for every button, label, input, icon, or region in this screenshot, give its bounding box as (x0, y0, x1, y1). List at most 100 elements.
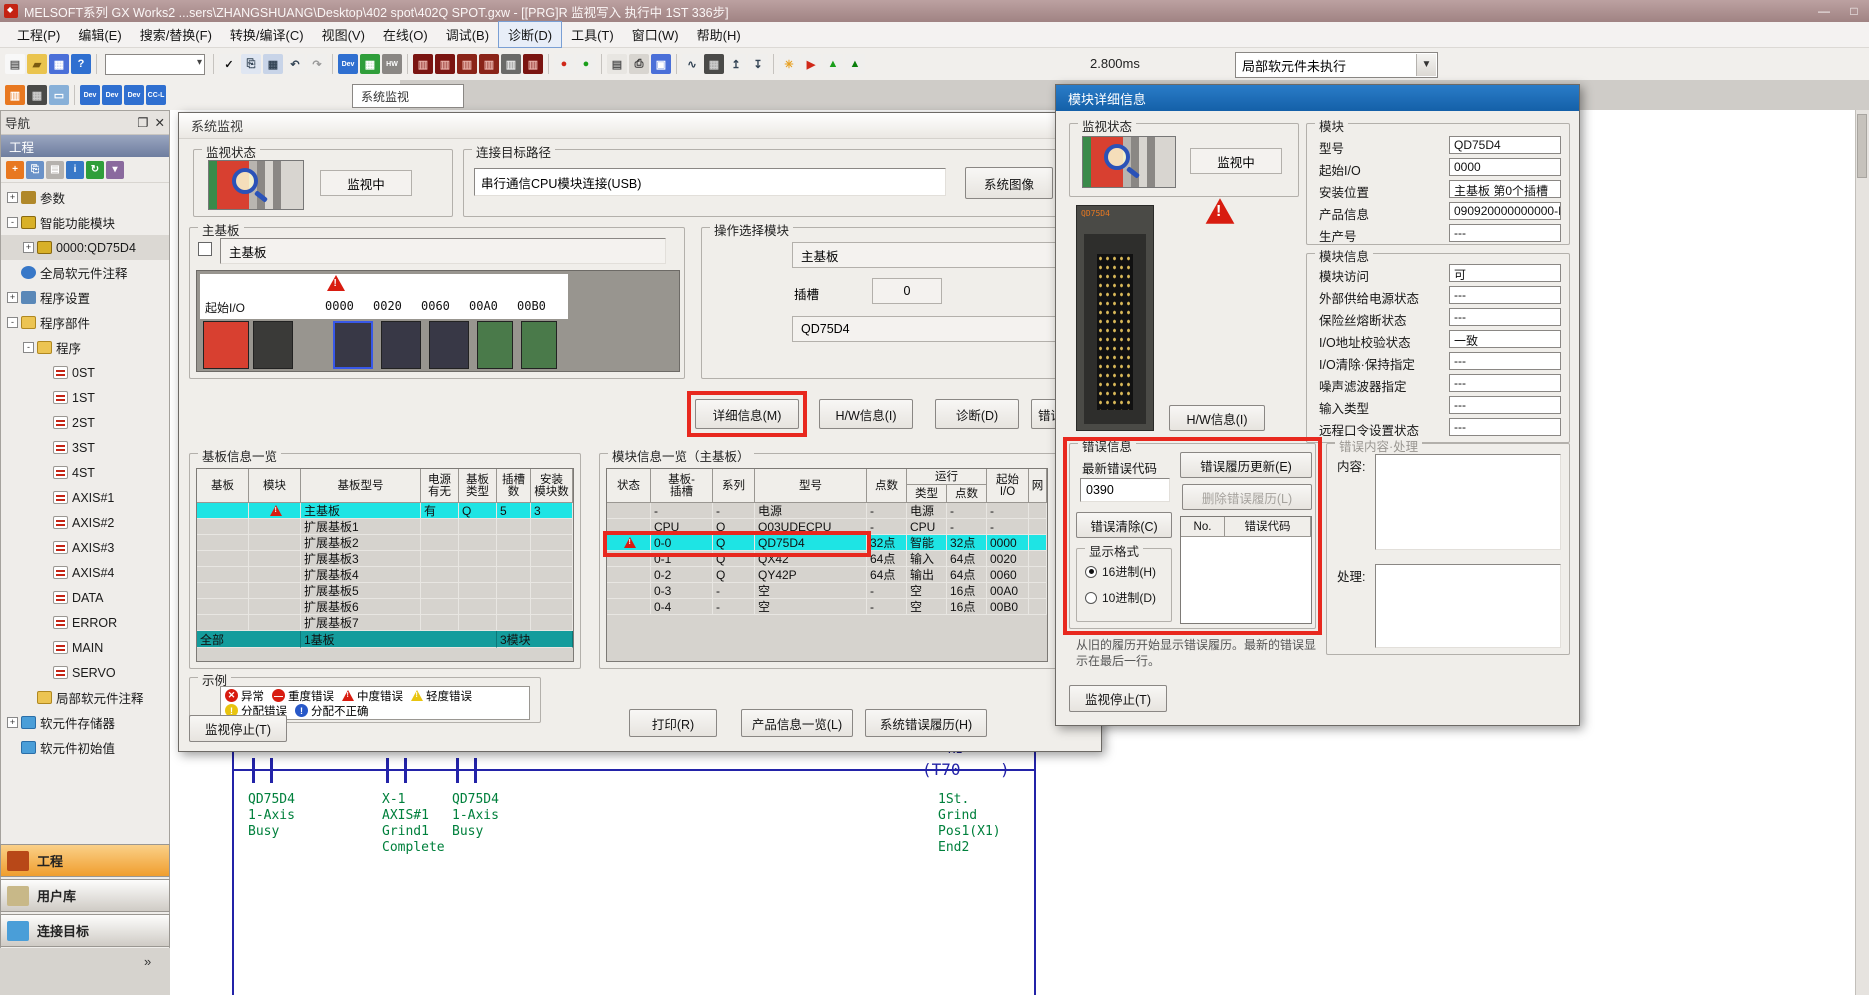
tree-item-全局软元件注释[interactable]: 全局软元件注释 (1, 260, 169, 285)
tree-item-0000:QD75D4[interactable]: +0000:QD75D4 (1, 235, 169, 260)
collapse-icon[interactable]: - (7, 217, 18, 228)
module-tool-2-icon[interactable]: ▥ (435, 54, 455, 74)
tree-item-0ST[interactable]: 0ST (1, 360, 169, 385)
device-mode-dropdown[interactable]: 局部软元件未执行 ▼ (1235, 52, 1438, 78)
run-icon[interactable]: ▶ (801, 54, 821, 74)
module-tool-6-icon[interactable]: ▥ (523, 54, 543, 74)
diagnostics-button[interactable]: 诊断(D) (935, 399, 1019, 429)
hw-info-button[interactable]: H/W信息(I) (819, 399, 913, 429)
vertical-scrollbar[interactable] (1855, 110, 1869, 995)
main-base-checkbox[interactable] (198, 242, 212, 256)
pin-icon[interactable]: ❐ (137, 115, 148, 130)
module-table-row[interactable]: CPUQQ03UDECPU-CPU-- (607, 519, 1047, 535)
menu-item-1[interactable]: 工程(P) (8, 22, 69, 47)
tree-item-DATA[interactable]: DATA (1, 585, 169, 610)
sort-icon[interactable]: ▾ (106, 161, 124, 179)
io-up-icon[interactable]: ↥ (726, 54, 746, 74)
tree-item-AXIS#3[interactable]: AXIS#3 (1, 535, 169, 560)
menu-item-2[interactable]: 编辑(E) (69, 22, 130, 47)
tree-item-ERROR[interactable]: ERROR (1, 610, 169, 635)
system-image-button[interactable]: 系统图像 (965, 167, 1053, 199)
doc-icon[interactable]: ▤ (607, 54, 627, 74)
new-item-icon[interactable]: + (6, 161, 24, 179)
module-table-row[interactable]: 0-4-空-空16点00B0 (607, 599, 1047, 615)
maximize-button[interactable]: □ (1839, 2, 1869, 20)
dev-badge-2-icon[interactable]: Dev (102, 85, 122, 105)
handle-textarea[interactable] (1375, 564, 1561, 648)
hw-config-icon[interactable]: HW (382, 54, 402, 74)
dev-badge-1-icon[interactable]: Dev (80, 85, 100, 105)
collapse-icon[interactable]: - (23, 342, 34, 353)
print-button[interactable]: 打印(R) (629, 709, 717, 737)
module-table-row[interactable]: 0-0QQD75D432点智能32点0000 (607, 535, 1047, 551)
nav-tab-工程[interactable]: 工程 (0, 844, 170, 877)
redo-icon[interactable]: ↷ (307, 54, 327, 74)
module-tool-1-icon[interactable]: ▥ (413, 54, 433, 74)
menu-item-8[interactable]: 诊断(D) (498, 21, 562, 48)
cclink-badge-icon[interactable]: CC-L (146, 85, 166, 105)
copy-icon[interactable]: ⎘ (241, 54, 261, 74)
module-tool-5-icon[interactable]: ▥ (501, 54, 521, 74)
tree-item-程序设置[interactable]: +程序设置 (1, 285, 169, 310)
monitor-stop-button[interactable]: 监视停止(T) (189, 715, 287, 742)
monitor-start-icon[interactable]: ▲ (823, 54, 843, 74)
content-textarea[interactable] (1375, 454, 1561, 550)
program-select-combo[interactable] (105, 54, 205, 75)
base-table-row[interactable]: 扩展基板6 (197, 599, 573, 615)
tree-item-软元件存储器[interactable]: +软元件存储器 (1, 710, 169, 735)
monitor-stop-icon[interactable]: ▲ (845, 54, 865, 74)
tree-item-AXIS#2[interactable]: AXIS#2 (1, 510, 169, 535)
base-table-row[interactable]: 扩展基板5 (197, 583, 573, 599)
paste-icon[interactable]: ▤ (46, 161, 64, 179)
error-clear-button[interactable]: 错误清除(C) (1076, 512, 1172, 538)
menu-item-4[interactable]: 转换/编译(C) (221, 22, 313, 47)
radio-option[interactable]: 10进制(D) (1085, 589, 1156, 606)
base-table-row[interactable]: 扩展基板1 (197, 519, 573, 535)
undo-icon[interactable]: ↶ (285, 54, 305, 74)
tree-item-AXIS#1[interactable]: AXIS#1 (1, 485, 169, 510)
monitor-stop-button[interactable]: 监视停止(T) (1069, 685, 1167, 712)
save-icon[interactable]: ▦ (49, 54, 69, 74)
menu-item-9[interactable]: 工具(T) (562, 22, 623, 47)
dark-tool-icon[interactable]: ▦ (704, 54, 724, 74)
tree-item-MAIN[interactable]: MAIN (1, 635, 169, 660)
tree-item-1ST[interactable]: 1ST (1, 385, 169, 410)
menu-item-5[interactable]: 视图(V) (313, 22, 374, 47)
io-down-icon[interactable]: ↧ (748, 54, 768, 74)
radio-option[interactable]: 16进制(H) (1085, 563, 1156, 580)
tree-item-程序[interactable]: -程序 (1, 335, 169, 360)
detail-info-button[interactable]: 详细信息(M) (695, 399, 799, 429)
module-table-row[interactable]: --电源-电源-- (607, 503, 1047, 519)
tree-item-程序部件[interactable]: -程序部件 (1, 310, 169, 335)
chip-icon[interactable]: ▦ (27, 85, 47, 105)
nav-tab-连接目标[interactable]: 连接目标 (0, 914, 170, 947)
led-green-icon[interactable]: ● (576, 54, 596, 74)
expand-icon[interactable]: + (7, 292, 18, 303)
help-icon[interactable]: ? (71, 54, 91, 74)
parameter-panel-icon[interactable]: ▥ (5, 85, 25, 105)
dropdown-arrow-icon[interactable]: ▼ (1416, 54, 1436, 76)
tree-item-参数[interactable]: +参数 (1, 185, 169, 210)
led-red-icon[interactable]: ● (554, 54, 574, 74)
tree-item-2ST[interactable]: 2ST (1, 410, 169, 435)
menu-item-3[interactable]: 搜索/替换(F) (131, 22, 221, 47)
wave-icon[interactable]: ∿ (682, 54, 702, 74)
new-file-icon[interactable]: ▤ (5, 54, 25, 74)
module-tool-3-icon[interactable]: ▥ (457, 54, 477, 74)
expand-icon[interactable]: + (7, 717, 18, 728)
radio-icon[interactable] (1085, 592, 1097, 604)
nav-chevron[interactable]: » (144, 954, 151, 969)
device-view-icon[interactable]: Dev (338, 54, 358, 74)
expand-icon[interactable]: + (23, 242, 34, 253)
tree-item-SERVO[interactable]: SERVO (1, 660, 169, 685)
radio-selected-icon[interactable] (1085, 566, 1097, 578)
expand-icon[interactable]: + (7, 192, 18, 203)
screen-icon[interactable]: ▭ (49, 85, 69, 105)
check-icon[interactable]: ✓ (219, 54, 239, 74)
base-table-row[interactable]: 扩展基板4 (197, 567, 573, 583)
menu-item-11[interactable]: 帮助(H) (688, 22, 750, 47)
nav-tab-用户库[interactable]: 用户库 (0, 879, 170, 912)
tree-item-AXIS#4[interactable]: AXIS#4 (1, 560, 169, 585)
tree-item-局部软元件注释[interactable]: 局部软元件注释 (1, 685, 169, 710)
module-detail-title[interactable]: 模块详细信息 (1056, 85, 1579, 111)
